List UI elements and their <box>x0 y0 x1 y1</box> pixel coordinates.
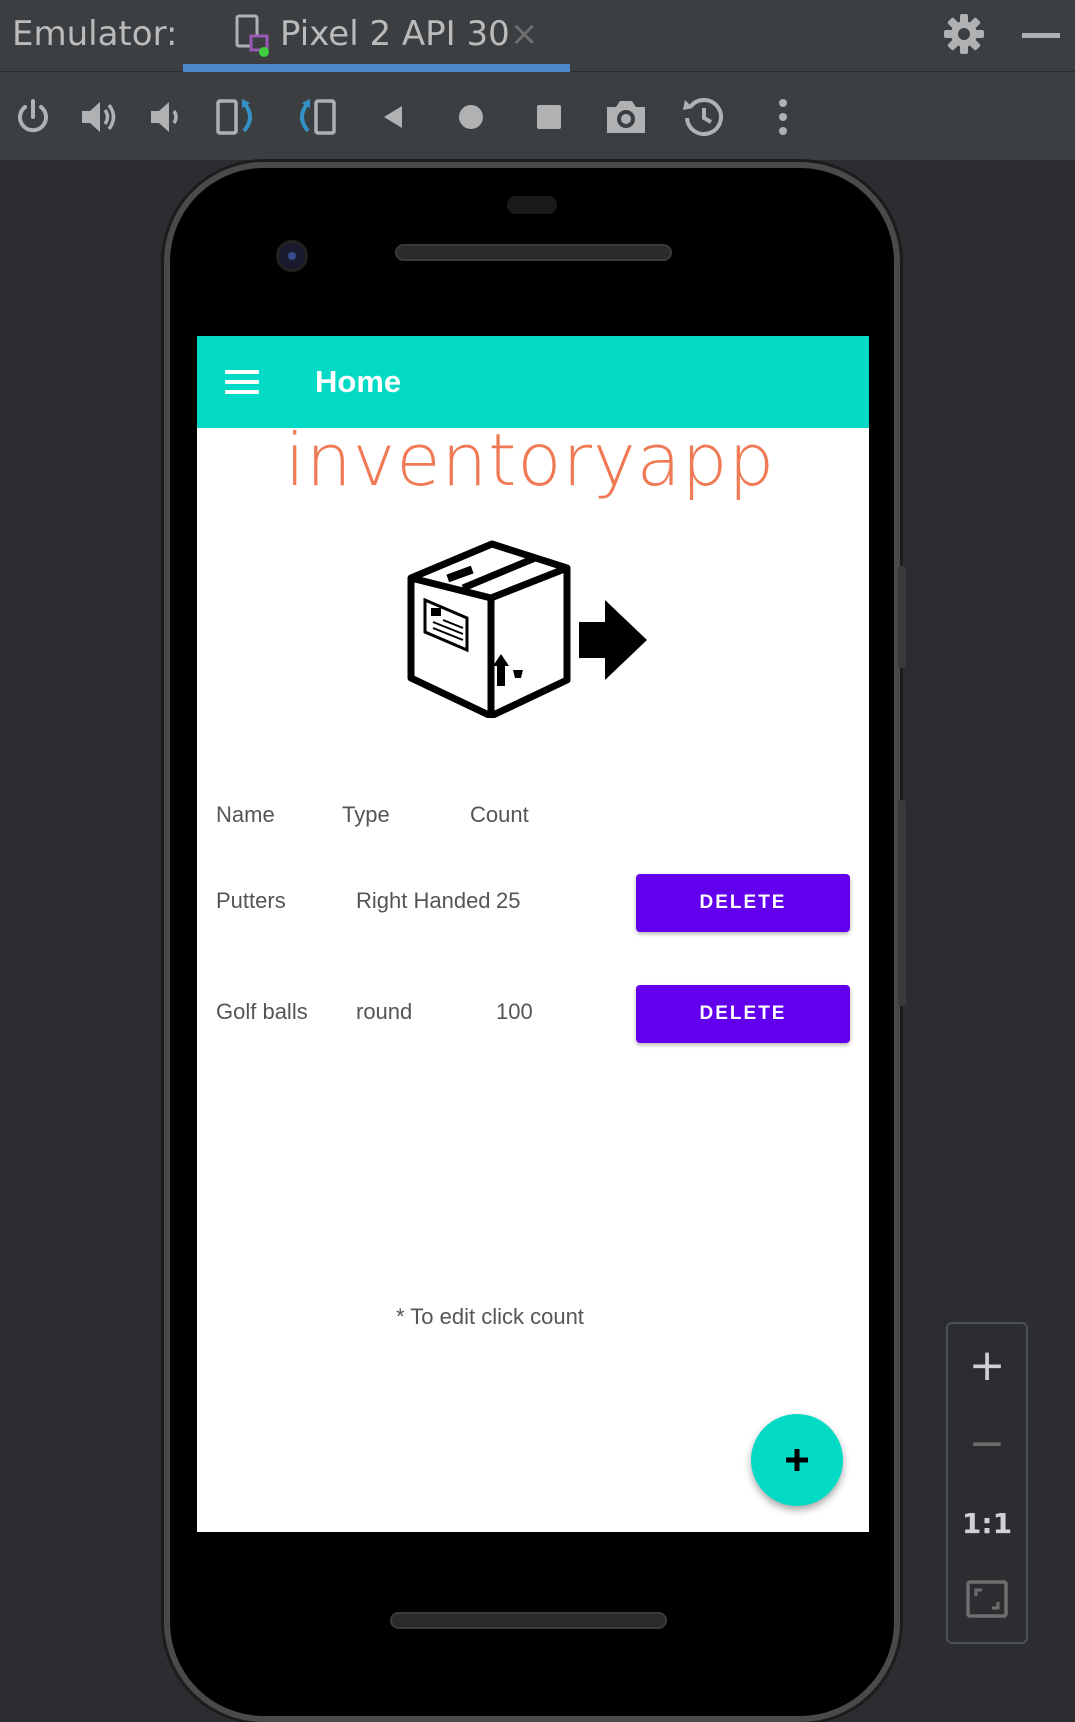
emulator-toolbar <box>0 72 1075 160</box>
fit-screen-icon[interactable] <box>948 1564 1026 1634</box>
sensor-notch <box>507 196 557 214</box>
bottom-speaker-grille <box>390 1612 667 1629</box>
power-icon[interactable] <box>10 94 56 140</box>
device-tab-label: Pixel 2 API 30 <box>280 14 510 54</box>
plus-icon <box>786 1449 808 1471</box>
item-type: Right Handed <box>356 888 491 913</box>
item-count[interactable]: 25 <box>496 888 520 914</box>
add-item-button[interactable] <box>751 1414 843 1506</box>
package-shipping-icon <box>407 540 647 718</box>
volume-up-icon[interactable] <box>77 94 123 140</box>
column-header-count: Count <box>470 802 529 827</box>
more-icon[interactable] <box>760 94 806 140</box>
app-screen: Home inventoryapp Name Type Count Putter… <box>197 336 869 1532</box>
emulator-tool-window-header: Emulator: Pixel 2 API 30 × <box>0 0 1075 72</box>
app-bar: Home <box>197 336 869 428</box>
volume-side-button <box>898 800 906 1006</box>
device-icon <box>235 14 269 57</box>
top-speaker-grille <box>395 244 672 261</box>
item-name: Putters <box>216 888 286 913</box>
snapshot-icon[interactable] <box>681 94 727 140</box>
volume-down-icon[interactable] <box>142 94 188 140</box>
zoom-in-button[interactable]: + <box>948 1330 1026 1400</box>
item-count[interactable]: 100 <box>496 999 533 1025</box>
zoom-controls: + − 1:1 <box>946 1322 1028 1644</box>
device-tab[interactable]: Pixel 2 API 30 × <box>183 0 570 72</box>
minimize-icon[interactable] <box>1022 33 1060 38</box>
tool-window-title: Emulator: <box>12 14 178 54</box>
zoom-out-button[interactable]: − <box>948 1408 1026 1478</box>
rotate-right-icon[interactable] <box>292 94 338 140</box>
delete-button[interactable]: DELETE <box>636 985 850 1043</box>
app-bar-title: Home <box>315 364 402 399</box>
power-side-button <box>898 566 906 668</box>
screenshot-icon[interactable] <box>603 94 649 140</box>
edit-hint-text: * To edit click count <box>396 1304 584 1329</box>
app-logo-text: inventoryapp <box>285 418 776 502</box>
item-name: Golf balls <box>216 999 308 1024</box>
active-tab-indicator <box>183 64 570 72</box>
column-header-type: Type <box>342 802 390 827</box>
home-icon[interactable] <box>448 94 494 140</box>
delete-button[interactable]: DELETE <box>636 874 850 932</box>
gear-icon[interactable] <box>942 12 986 56</box>
actual-size-button[interactable]: 1:1 <box>948 1488 1026 1558</box>
item-type: round <box>356 999 413 1024</box>
column-header-name: Name <box>216 802 275 827</box>
overview-icon[interactable] <box>526 94 572 140</box>
menu-icon[interactable] <box>225 370 259 394</box>
front-camera <box>276 240 308 272</box>
close-tab-icon[interactable]: × <box>510 14 539 54</box>
rotate-left-icon[interactable] <box>214 94 260 140</box>
back-icon[interactable] <box>370 94 416 140</box>
